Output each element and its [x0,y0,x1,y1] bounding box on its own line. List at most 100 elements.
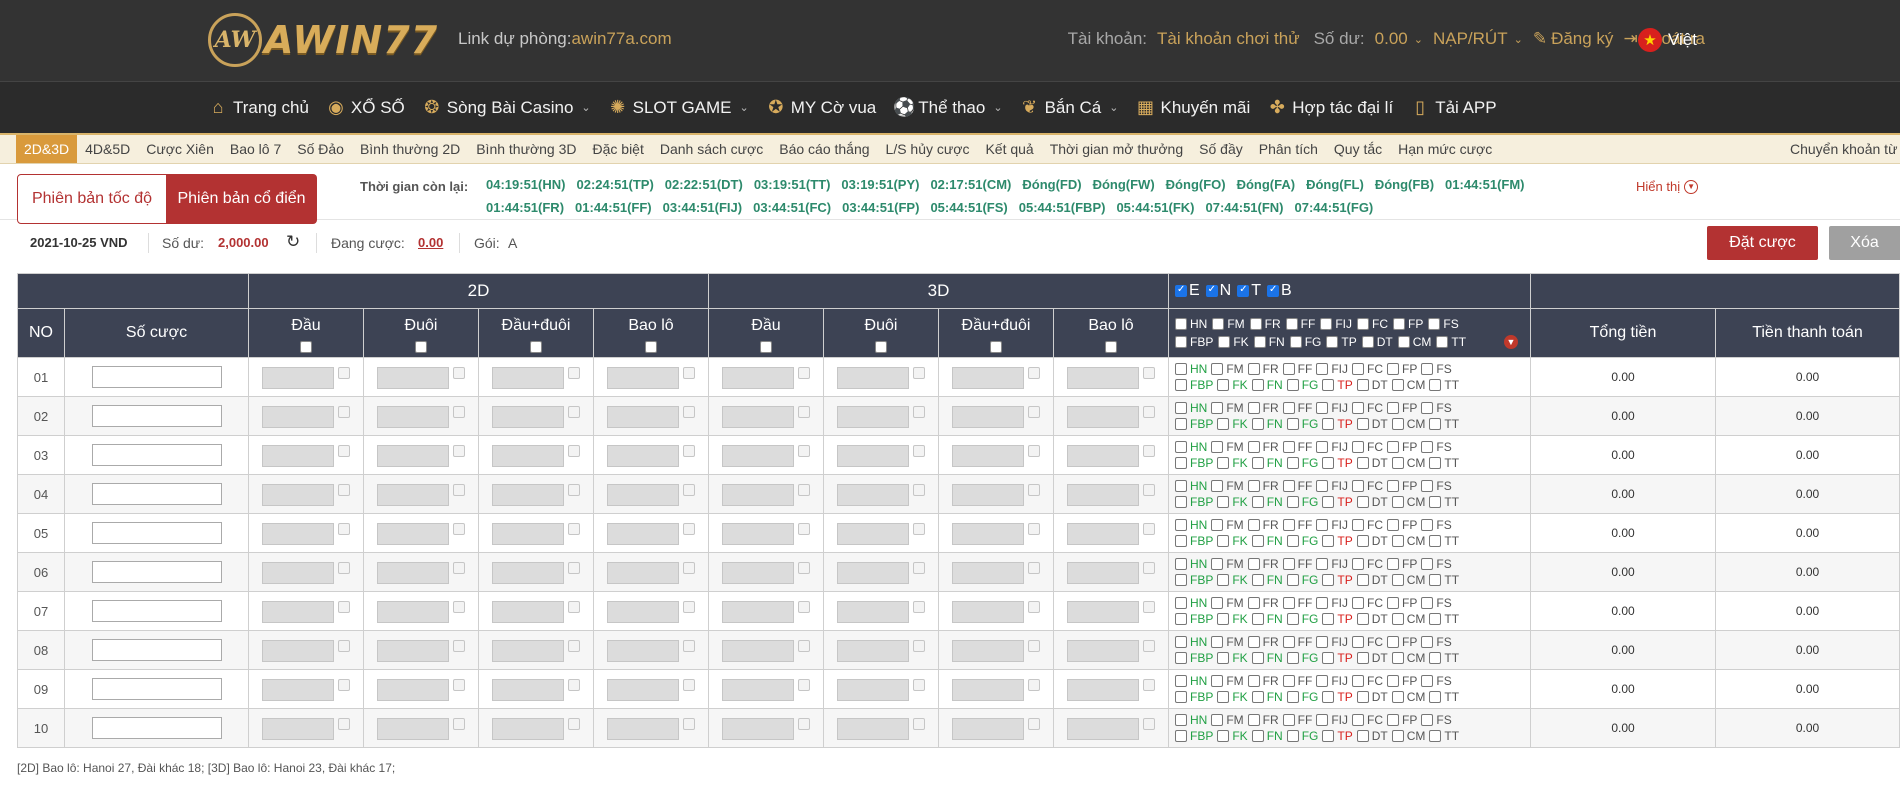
station-option[interactable]: CM [1391,417,1425,431]
amount-checkbox[interactable] [568,484,580,496]
amount-checkbox[interactable] [913,640,925,652]
amount-input[interactable] [837,406,909,428]
amount-checkbox[interactable] [1143,406,1155,418]
amount-checkbox[interactable] [1143,562,1155,574]
station-option[interactable]: HN [1175,713,1207,727]
amount-checkbox[interactable] [1143,601,1155,613]
station-option[interactable]: CM [1391,495,1425,509]
station-checkbox[interactable] [1175,597,1187,609]
amount-checkbox[interactable] [683,601,695,613]
station-option[interactable]: FF [1282,479,1312,493]
amount-input[interactable] [607,484,679,506]
station-option[interactable]: FS [1421,674,1452,688]
subnav-item[interactable]: Phân tích [1251,135,1326,163]
station-option[interactable]: FP [1387,596,1417,610]
station-option[interactable]: FBP [1175,417,1213,431]
station-checkbox[interactable] [1387,597,1400,609]
amount-input[interactable] [607,562,679,584]
station-checkbox[interactable] [1218,336,1231,348]
station-option[interactable]: TT [1429,729,1459,743]
amount-checkbox[interactable] [798,523,810,535]
station-checkbox[interactable] [1217,613,1230,625]
station-toggle[interactable]: FN [1253,335,1285,349]
amount-input[interactable] [722,406,794,428]
balance-dropdown[interactable]: 0.00 ⌄ [1375,29,1423,49]
station-checkbox[interactable] [1393,318,1406,330]
bet-number-input[interactable] [91,717,222,739]
nav-item-0[interactable]: ⌂ Trang chủ [208,97,309,118]
station-checkbox[interactable] [1391,418,1404,430]
station-checkbox[interactable] [1211,441,1224,453]
station-checkbox[interactable] [1217,457,1230,469]
station-checkbox[interactable] [1286,535,1299,547]
station-checkbox[interactable] [1282,402,1295,414]
station-option[interactable]: FN [1251,573,1283,587]
station-checkbox[interactable] [1286,730,1299,742]
station-option[interactable]: FC [1352,596,1383,610]
station-checkbox[interactable] [1217,574,1230,586]
station-option[interactable]: FR [1247,557,1279,571]
station-checkbox[interactable] [1175,652,1187,664]
station-checkbox[interactable] [1212,318,1225,330]
station-option[interactable]: HN [1175,362,1207,376]
station-checkbox[interactable] [1175,480,1187,492]
station-checkbox[interactable] [1251,379,1264,391]
amount-input[interactable] [492,523,564,545]
amount-input[interactable] [377,718,449,740]
station-checkbox[interactable] [1286,418,1299,430]
station-option[interactable]: CM [1391,456,1425,470]
station-checkbox[interactable] [1282,636,1295,648]
station-checkbox[interactable] [1175,675,1187,687]
station-option[interactable]: TP [1322,573,1353,587]
amount-input[interactable] [262,601,334,623]
station-checkbox[interactable] [1361,336,1374,348]
subnav-item[interactable]: Bình thường 2D [352,135,468,163]
station-option[interactable]: FIJ [1316,557,1348,571]
station-option[interactable]: FK [1217,495,1248,509]
station-checkbox[interactable] [1387,402,1400,414]
station-option[interactable]: FIJ [1316,596,1348,610]
amount-checkbox[interactable] [683,562,695,574]
amount-checkbox[interactable] [913,367,925,379]
station-checkbox[interactable] [1175,636,1187,648]
station-checkbox[interactable] [1175,519,1187,531]
station-checkbox[interactable] [1175,613,1187,625]
station-checkbox[interactable] [1357,318,1370,330]
bet-number-input[interactable] [91,405,222,427]
subnav-item[interactable]: 4D&5D [77,135,138,163]
station-checkbox[interactable] [1217,730,1230,742]
station-option[interactable]: FS [1421,479,1452,493]
amount-input[interactable] [837,484,909,506]
station-option[interactable]: FF [1282,401,1312,415]
station-checkbox[interactable] [1356,652,1369,664]
amount-checkbox[interactable] [453,523,465,535]
station-option[interactable]: FN [1251,495,1283,509]
amount-input[interactable] [607,406,679,428]
station-checkbox[interactable] [1387,441,1400,453]
station-option[interactable]: TT [1429,651,1459,665]
station-checkbox[interactable] [1322,691,1335,703]
amount-input[interactable] [1067,406,1139,428]
amount-checkbox[interactable] [453,640,465,652]
amount-input[interactable] [722,445,794,467]
station-checkbox[interactable] [1316,714,1329,726]
amount-input[interactable] [952,367,1024,389]
amount-checkbox[interactable] [913,406,925,418]
region-checkbox[interactable] [1175,284,1187,297]
station-option[interactable]: FG [1286,573,1318,587]
amount-checkbox[interactable] [1028,562,1040,574]
amount-input[interactable] [377,523,449,545]
nav-item-2[interactable]: ❂ Sòng Bài Casino ⌄ [422,97,590,118]
amount-input[interactable] [377,367,449,389]
amount-input[interactable] [262,445,334,467]
station-option[interactable]: FN [1251,456,1283,470]
subnav-item[interactable]: Số đầy [1191,135,1251,163]
station-checkbox[interactable] [1356,691,1369,703]
nav-item-7[interactable]: ▦ Khuyến mãi [1135,97,1250,118]
station-checkbox[interactable] [1316,636,1329,648]
station-option[interactable]: FR [1247,479,1279,493]
station-option[interactable]: FS [1421,362,1452,376]
station-checkbox[interactable] [1251,730,1264,742]
station-checkbox[interactable] [1352,402,1365,414]
station-option[interactable]: TP [1322,534,1353,548]
